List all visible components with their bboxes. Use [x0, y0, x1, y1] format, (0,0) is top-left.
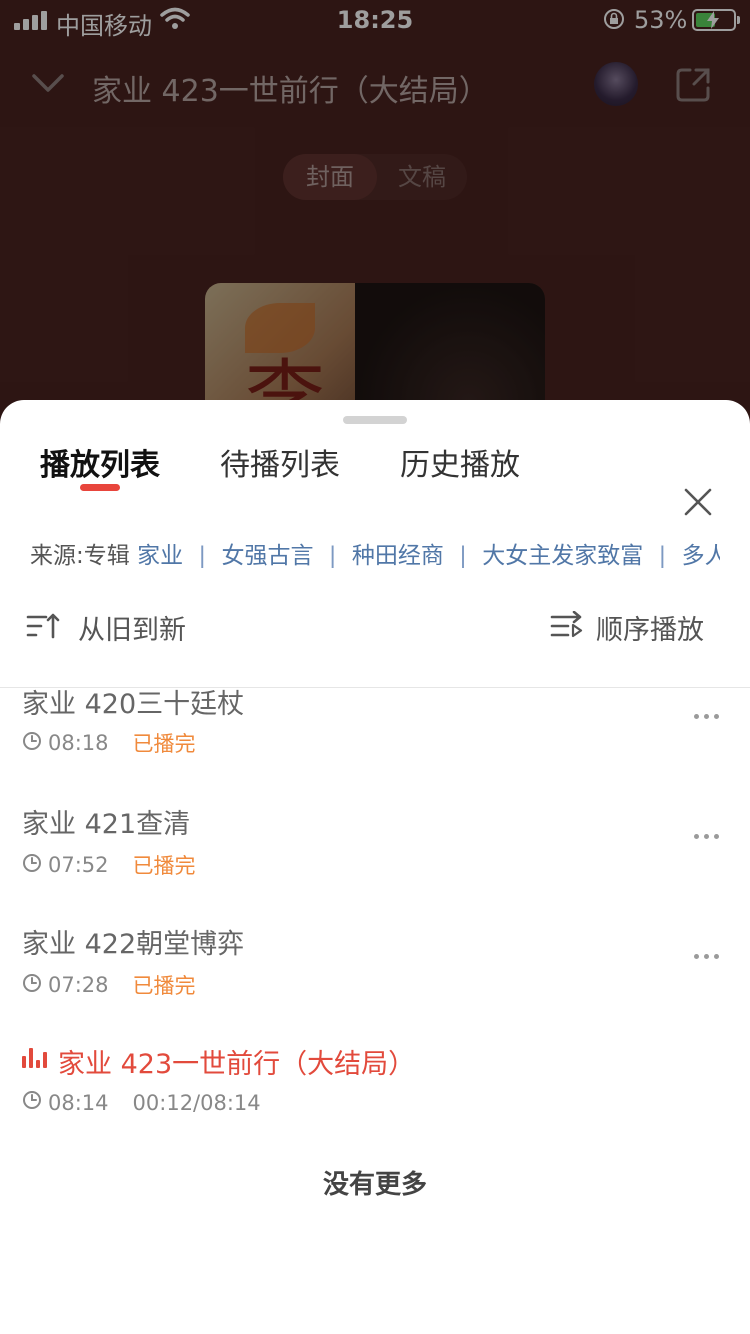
play-mode-label: 顺序播放	[596, 615, 704, 646]
source-prefix: 来源:专辑	[30, 543, 130, 568]
list-item[interactable]: 家业 420三十廷杖 08:18 已播完	[0, 688, 750, 788]
clock-icon	[22, 731, 42, 756]
album-source: 来源:专辑 家业 | 女强古言 | 种田经商 | 大女主发家致富 | 多人...	[30, 536, 720, 568]
list-item[interactable]: 家业 422朝堂博弈 07:28 已播完	[0, 908, 750, 1028]
sort-bar: 从旧到新 顺序播放	[0, 596, 750, 658]
track-duration: 07:28	[48, 973, 109, 997]
now-playing-icon	[22, 1048, 47, 1068]
play-progress: 00:12/08:14	[132, 1090, 261, 1115]
source-tag[interactable]: 女强古言	[221, 543, 313, 568]
played-status: 已播完	[132, 854, 196, 878]
track-meta: 07:52 已播完	[22, 850, 196, 880]
source-tag[interactable]: 多人...	[682, 543, 720, 568]
track-meta: 08:14 00:12/08:14	[22, 1090, 261, 1115]
track-meta: 07:28 已播完	[22, 970, 196, 1000]
source-tag[interactable]: 大女主发家致富	[482, 543, 643, 568]
track-title: 家业 421查清	[22, 809, 191, 840]
list-item-current[interactable]: 家业 423一世前行（大结局） 08:14 00:12/08:14	[0, 1028, 750, 1148]
source-tag[interactable]: 种田经商	[352, 543, 444, 568]
track-duration: 08:14	[48, 1090, 109, 1115]
sheet-tabs: 播放列表 待播列表 历史播放	[0, 440, 750, 516]
close-icon[interactable]	[682, 486, 714, 518]
active-tab-indicator	[80, 484, 120, 491]
played-status: 已播完	[132, 974, 196, 998]
more-icon[interactable]	[694, 714, 719, 719]
track-title: 家业 423一世前行（大结局）	[58, 1049, 416, 1080]
sort-icon	[26, 611, 60, 645]
list-item[interactable]: 家业 421查清 07:52 已播完	[0, 788, 750, 908]
tab-playlist[interactable]: 播放列表	[40, 440, 160, 484]
drag-handle[interactable]	[343, 416, 407, 424]
played-status: 已播完	[132, 732, 196, 756]
more-icon[interactable]	[694, 954, 719, 959]
track-duration: 08:18	[48, 731, 109, 755]
clock-icon	[22, 853, 42, 878]
clock-icon	[22, 973, 42, 998]
playlist-sheet: 播放列表 待播列表 历史播放 来源:专辑 家业 | 女强古言 | 种田经商 | …	[0, 400, 750, 1334]
more-icon[interactable]	[694, 834, 719, 839]
clock-icon	[22, 1090, 42, 1115]
tab-queue[interactable]: 待播列表	[220, 440, 340, 484]
list-end-notice: 没有更多	[322, 1170, 427, 1200]
track-title: 家业 422朝堂博弈	[22, 929, 245, 960]
play-mode-button[interactable]: 顺序播放	[550, 608, 704, 647]
sort-order-label: 从旧到新	[78, 615, 186, 646]
track-title: 家业 420三十廷杖	[22, 689, 245, 720]
sequential-play-icon	[550, 610, 584, 645]
track-duration: 07:52	[48, 853, 109, 877]
tab-history[interactable]: 历史播放	[400, 440, 520, 484]
track-list: 家业 420三十廷杖 08:18 已播完 家业 421查清 07:52 已播完 …	[0, 688, 750, 1208]
track-meta: 08:18 已播完	[22, 728, 196, 758]
sort-order-button[interactable]: 从旧到新	[26, 608, 186, 647]
source-tag[interactable]: 家业	[137, 543, 183, 568]
